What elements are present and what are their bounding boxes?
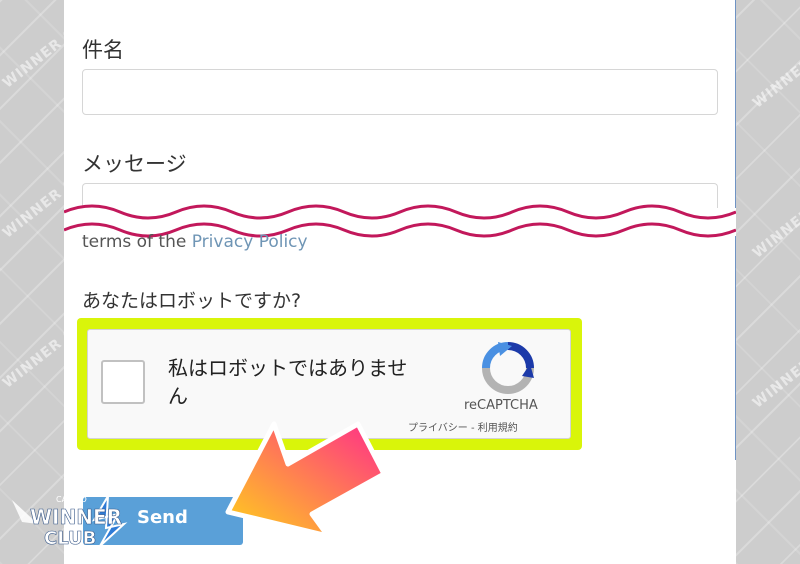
recaptcha-links[interactable]: プライバシー - 利用規約 [408, 419, 518, 434]
recaptcha-logo-icon [482, 342, 534, 394]
message-label: メッセージ [82, 152, 187, 176]
subject-input[interactable] [82, 69, 718, 115]
robot-question: あなたはロボットですか? [82, 290, 302, 312]
privacy-policy-link[interactable]: Privacy Policy [192, 232, 308, 252]
pointer-arrow-icon [225, 421, 387, 539]
subject-label: 件名 [82, 38, 124, 62]
winner-club-logo: CASINO WINNER CLUB [12, 495, 128, 549]
terms-text: terms of the Privacy Policy [82, 232, 308, 252]
recaptcha-checkbox[interactable] [101, 360, 145, 404]
terms-prefix: terms of the [82, 232, 187, 252]
recaptcha-brand: reCAPTCHA [464, 398, 538, 413]
recaptcha-label: 私はロボットではありません [168, 356, 408, 408]
logo-winner-text: WINNER [30, 505, 122, 529]
logo-club-text: CLUB [44, 528, 96, 549]
logo-casino-text: CASINO [56, 495, 87, 504]
